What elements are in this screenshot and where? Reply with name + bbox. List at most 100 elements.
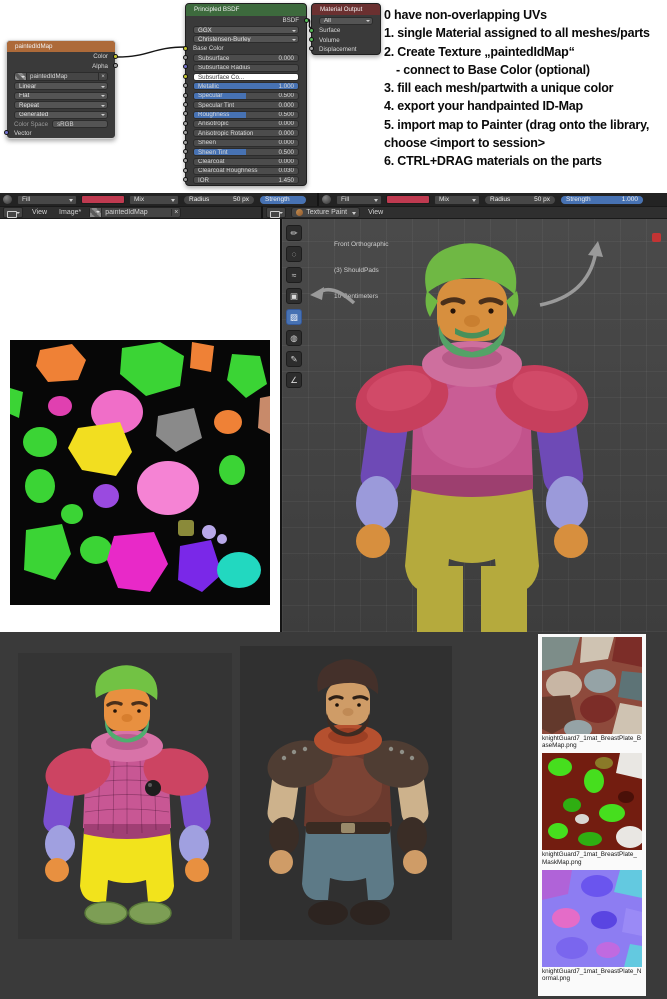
menu-view-right[interactable]: View [362, 206, 389, 219]
clearcoat-slider[interactable]: Clearcoat 0.000 [193, 157, 299, 166]
instructions-text: 0 have non-overlapping UVs 1. single Mat… [384, 6, 665, 171]
node-material-output[interactable]: Material Output All Surface Volume Displ… [309, 3, 381, 56]
painted-id-map-image[interactable] [10, 340, 270, 605]
tool-settings-bar: Fill Mix Radius 50 px Strength Fill Mix R… [0, 193, 667, 206]
brush-preview-icon[interactable] [3, 195, 12, 204]
tool-mask-icon[interactable] [286, 330, 302, 346]
alpha-socket[interactable] [113, 62, 118, 68]
input-vector: Vector [4, 129, 115, 138]
distribution-dropdown[interactable]: GGX [193, 26, 299, 35]
file-thumbnail-normalmap[interactable] [542, 869, 642, 967]
menu-image[interactable]: Image* [53, 206, 87, 219]
base-color-socket[interactable] [183, 45, 188, 51]
blend-mode-dropdown-right[interactable]: Mix [434, 194, 480, 205]
brush-type-dropdown-left[interactable]: Fill [17, 194, 77, 205]
specular-tint-slider[interactable]: Specular Tint 0.000 [193, 101, 299, 110]
bottom-strip: knightGuard7_1mat_BreastPlate_BaseMap.pn… [0, 632, 667, 999]
extension-dropdown[interactable]: Repeat [14, 101, 108, 110]
node-header[interactable]: Principled BSDF [186, 4, 306, 16]
file-item[interactable]: knightGuard7_1mat_BreastPlate_MaskMap.pn… [542, 753, 642, 866]
instruction-line: 1. single Material assigned to all meshe… [384, 26, 650, 41]
clearcoat-roughness-slider[interactable]: Clearcoat Roughness 0.030 [193, 166, 299, 175]
radius-field-right[interactable]: Radius 50 px [484, 194, 556, 205]
metallic-slider[interactable]: Metallic 1.000 [193, 82, 299, 91]
file-thumbnail-maskmap[interactable] [542, 753, 642, 851]
viewport-3d[interactable]: Front Orthographic (3) ShouldPads 10 Cen… [280, 219, 667, 632]
character-id-colored [43, 665, 211, 925]
specular-slider[interactable]: Specular 0.500 [193, 91, 299, 100]
tool-measure-icon[interactable] [286, 372, 302, 388]
image-editor-type-icon[interactable] [3, 207, 23, 218]
tool-clone-icon[interactable] [286, 288, 302, 304]
input-base-color: Base Color [183, 44, 306, 53]
bsdf-socket[interactable] [304, 17, 309, 23]
anisotropic-slider[interactable]: Anisotropic 0.000 [193, 119, 299, 128]
tool-annotate-icon[interactable] [286, 351, 302, 367]
tool-fill-icon[interactable] [286, 309, 302, 325]
node-painted-id-map[interactable]: paintedIdMap Color Alpha paintedIdMap Li… [4, 40, 118, 140]
source-dropdown[interactable]: Generated [14, 110, 108, 119]
instruction-line: 2. Create Texture „paintedIdMap“ [384, 44, 575, 59]
unlink-icon[interactable] [98, 72, 107, 80]
roughness-slider[interactable]: Roughness 0.500 [193, 110, 299, 119]
subsurface-radius-field[interactable]: Subsurface Radius [193, 63, 299, 72]
volume-socket[interactable] [309, 36, 314, 42]
image-datablock-row[interactable]: paintedIdMap [7, 71, 115, 82]
subsurface-slider[interactable]: Subsurface 0.000 [193, 54, 299, 63]
color-space-value[interactable]: sRGB [52, 120, 108, 129]
strength-field-right[interactable]: Strength 1.000 [560, 194, 644, 205]
brush-color-swatch-left[interactable] [81, 195, 125, 204]
file-item[interactable]: knightGuard7_1mat_BreastPlate_Normal.png [542, 869, 642, 982]
file-name[interactable]: knightGuard7_1mat_BreastPlate_Normal.png [542, 968, 642, 982]
brush-preview-icon[interactable] [322, 195, 331, 204]
subsurface-method-dropdown[interactable]: Christensen-Burley [193, 35, 299, 44]
sheen-tint-slider[interactable]: Sheen Tint 0.500 [193, 148, 299, 157]
node-header[interactable]: Material Output [312, 4, 380, 15]
brush-color-swatch-right[interactable] [386, 195, 430, 204]
input-volume: Volume [309, 35, 380, 44]
node-header[interactable]: paintedIdMap [7, 41, 115, 52]
sheen-slider[interactable]: Sheen 0.000 [193, 138, 299, 147]
tool-soften-icon[interactable] [286, 246, 302, 262]
image-editor-canvas[interactable] [0, 219, 280, 632]
tool-smear-icon[interactable] [286, 267, 302, 283]
node-principled-bsdf[interactable]: Principled BSDF BSDF GGX Christensen-Bur… [183, 3, 309, 187]
radius-field-left[interactable]: Radius 50 px [183, 194, 255, 205]
instruction-line: 3. fill each mesh/partwith a unique colo… [384, 81, 614, 96]
file-name[interactable]: knightGuard7_1mat_BreastPlate_BaseMap.pn… [542, 735, 642, 749]
strength-field-left[interactable]: Strength [259, 194, 307, 205]
subsurface-color-swatch[interactable]: Subsurface Co... [193, 73, 299, 82]
projection-dropdown[interactable]: Flat [14, 91, 108, 100]
displacement-socket[interactable] [309, 46, 314, 52]
file-item[interactable]: knightGuard7_1mat_BreastPlate_BaseMap.pn… [542, 637, 642, 749]
texture-paint-mode-icon [296, 209, 304, 216]
image-datablock-name[interactable]: paintedIdMap [27, 73, 98, 80]
character-model-3d [355, 243, 589, 632]
brush-type-dropdown-right[interactable]: Fill [336, 194, 382, 205]
mode-selector[interactable]: Texture Paint [291, 207, 361, 218]
menu-view-left[interactable]: View [26, 206, 53, 219]
interpolation-dropdown[interactable]: Linear [14, 82, 108, 91]
image-datablock-selector[interactable]: paintedIdMap [89, 207, 182, 218]
instruction-line: 0 have non-overlapping UVs [384, 8, 547, 22]
surface-socket[interactable] [309, 27, 314, 33]
output-color: Color [7, 52, 118, 61]
target-dropdown[interactable]: All [319, 16, 373, 25]
unlink-icon[interactable] [171, 209, 180, 216]
editor-header-bar: View Image* paintedIdMap Texture Paint V… [0, 206, 667, 219]
anisotropic-rotation-slider[interactable]: Anisotropic Rotation 0.000 [193, 129, 299, 138]
editor-divider [261, 206, 264, 219]
blend-mode-dropdown-left[interactable]: Mix [129, 194, 179, 205]
tool-draw-icon[interactable] [286, 225, 302, 241]
file-name[interactable]: knightGuard7_1mat_BreastPlate_MaskMap.pn… [542, 851, 642, 865]
ior-field[interactable]: IOR 1.450 [193, 176, 299, 185]
file-thumbnail-basemap[interactable] [542, 637, 642, 734]
vector-socket[interactable] [4, 130, 9, 136]
instruction-line: 4. export your handpainted ID-Map [384, 99, 583, 114]
instruction-line: 6. CTRL+DRAG materials on the parts [384, 154, 602, 169]
image-browse-icon[interactable] [90, 208, 103, 217]
instruction-line: choose <import to session> [384, 136, 545, 151]
viewport-editor-type-icon[interactable] [266, 207, 287, 218]
color-socket[interactable] [113, 53, 118, 59]
image-browse-icon[interactable] [15, 72, 27, 80]
